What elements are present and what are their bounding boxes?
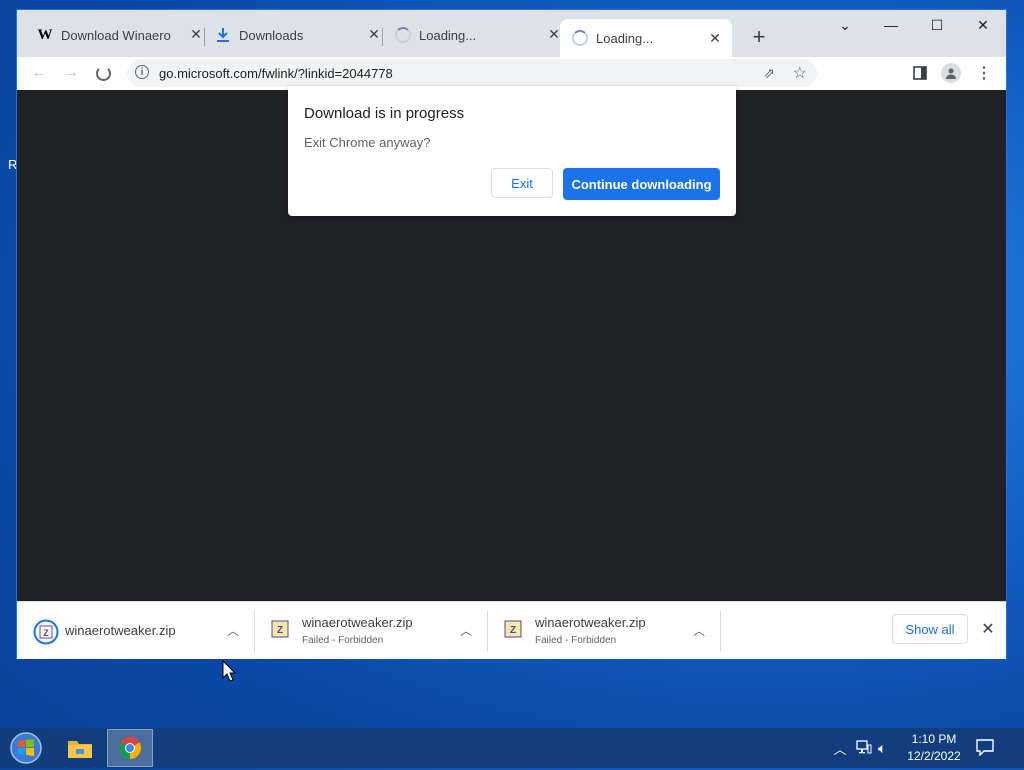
desktop-icon-fragment: R [8,157,18,172]
stop-reload-button[interactable] [91,61,115,85]
download-filename: winaerotweaker.zip [302,615,413,630]
download-arrow-icon [215,27,231,43]
info-icon[interactable]: i [135,65,149,79]
clock-date: 12/2/2022 [907,749,961,763]
network-icon[interactable] [856,739,872,757]
chrome-taskbar-icon[interactable] [107,729,153,767]
clock[interactable]: 1:10 PM 12/2/2022 [902,731,966,765]
menu-kebab-icon[interactable]: ⋮ [972,61,996,85]
profile-avatar-icon[interactable] [939,61,963,85]
download-item[interactable]: Z winaerotweaker.zip Failed - Forbidden … [487,602,719,659]
loading-icon [95,65,111,81]
exit-button[interactable]: Exit [491,168,553,198]
download-item[interactable]: Z winaerotweaker.zip Failed - Forbidden … [254,602,486,659]
mouse-cursor-icon [222,659,237,687]
tab-winaero[interactable]: W Download Winaero T ✕ [37,22,202,48]
chrome-window: W Download Winaero T ✕ Downloads ✕ Loadi… [17,10,1006,659]
download-status: Failed - Forbidden [535,635,617,646]
notifications-icon[interactable] [975,738,995,761]
tab-title: Downloads [239,27,304,43]
show-hidden-icons-chevron-icon[interactable]: ︿ [832,739,848,758]
chevron-up-icon[interactable]: ︿ [460,622,472,639]
close-shelf-icon[interactable]: ✕ [979,619,997,639]
close-icon[interactable]: ✕ [187,26,205,43]
download-status: Failed - Forbidden [302,635,384,646]
close-icon[interactable]: ✕ [365,26,383,43]
system-tray: ︿ 🔈︎ [832,728,886,768]
download-progress-icon: Z [33,619,59,645]
svg-text:Z: Z [510,625,516,636]
spinner-icon [395,27,411,43]
winaero-w-icon: W [37,26,53,43]
download-item[interactable]: Z winaerotweaker.zip ︿ [17,602,253,659]
minimize-button[interactable]: — [868,10,914,40]
zip-file-icon: Z [270,619,292,641]
exit-download-dialog: Download is in progress Exit Chrome anyw… [288,86,736,216]
volume-icon[interactable]: 🔈︎ [878,740,886,757]
tab-search-icon[interactable]: ⌄ [822,10,868,40]
close-icon[interactable]: ✕ [706,30,724,47]
address-bar[interactable]: i go.microsoft.com/fwlink/?linkid=204477… [127,59,817,87]
download-shelf: Z winaerotweaker.zip ︿ Z winaerotweaker.… [17,601,1006,659]
tab-title: Loading... [596,30,654,46]
bookmark-star-icon[interactable]: ☆ [793,63,807,83]
zip-file-icon: Z [503,619,525,641]
clock-time: 1:10 PM [911,732,957,746]
side-panel-icon[interactable] [908,61,932,85]
window-controls: ⌄ — ☐ ✕ [822,10,1006,40]
tab-strip: W Download Winaero T ✕ Downloads ✕ Loadi… [17,10,1006,57]
start-button[interactable] [8,731,44,765]
back-button[interactable]: ← [27,61,51,85]
dialog-title: Download is in progress [304,105,465,122]
download-filename: winaerotweaker.zip [65,623,176,638]
continue-downloading-button[interactable]: Continue downloading [563,168,720,200]
spinner-icon [572,30,588,46]
file-explorer-icon[interactable] [57,729,103,767]
tab-loading-1[interactable]: Loading... ✕ [395,22,560,48]
chevron-up-icon[interactable]: ︿ [227,622,239,639]
svg-text:Z: Z [43,628,49,638]
tab-loading-active[interactable]: Loading... ✕ [560,19,732,57]
svg-text:Z: Z [277,625,283,636]
taskbar: ︿ 🔈︎ 1:10 PM 12/2/2022 [0,728,1024,768]
maximize-button[interactable]: ☐ [914,10,960,40]
show-all-button[interactable]: Show all [892,614,968,644]
chevron-up-icon[interactable]: ︿ [693,622,705,639]
tab-title: Download Winaero T [61,27,171,43]
url-text: go.microsoft.com/fwlink/?linkid=2044778 [159,65,393,81]
tab-downloads[interactable]: Downloads ✕ [215,22,380,48]
download-filename: winaerotweaker.zip [535,615,646,630]
close-window-button[interactable]: ✕ [960,10,1006,40]
share-icon[interactable]: ⇗ [763,65,775,82]
tab-title: Loading... [419,27,477,43]
forward-button[interactable]: → [59,61,83,85]
dialog-message: Exit Chrome anyway? [304,135,431,150]
new-tab-button[interactable]: + [747,24,771,50]
